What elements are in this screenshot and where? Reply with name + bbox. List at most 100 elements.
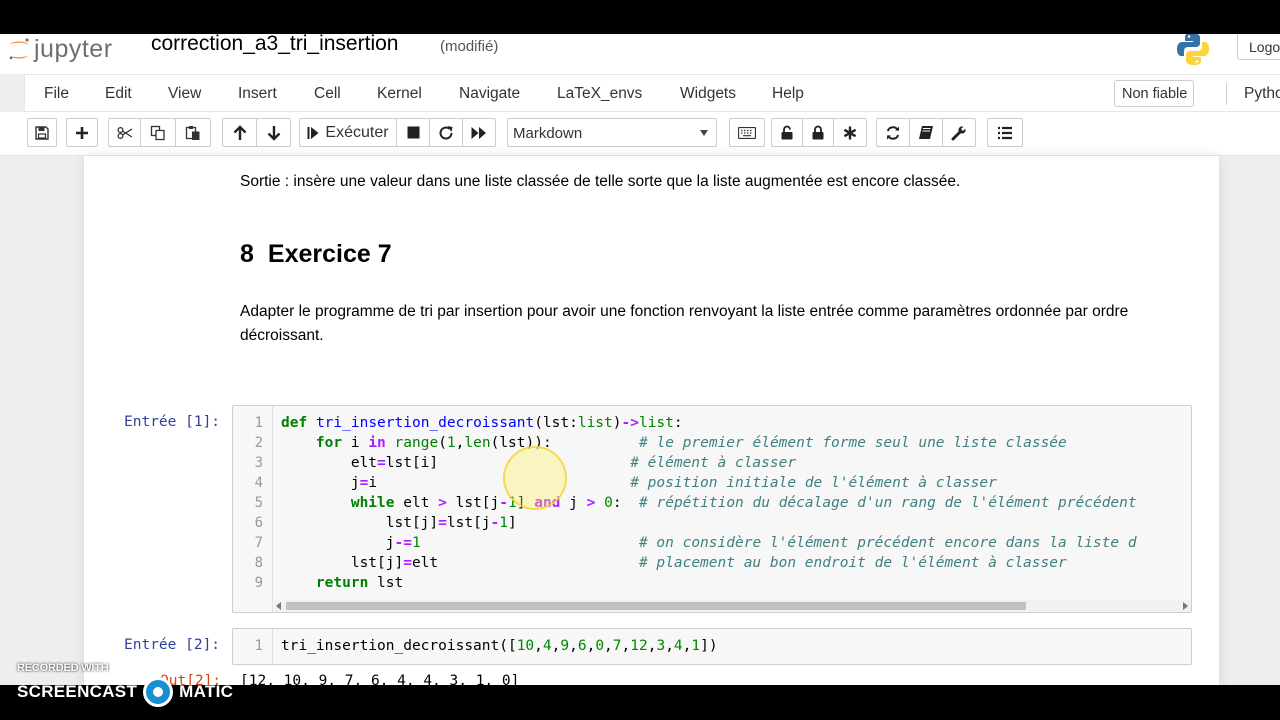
run-button[interactable]: Exécuter [299,118,397,147]
scrollbar-thumb[interactable] [286,602,1026,610]
python-logo-icon [1177,34,1209,65]
toc-button[interactable] [987,118,1023,147]
command-palette-button[interactable] [729,118,765,147]
cell-type-select[interactable]: Markdown [507,118,717,147]
line-number-gutter: 1 2 3 4 5 6 7 8 9 [233,406,273,612]
code-line: for i in range(1,len(lst)): # le premier… [315,435,1067,451]
logout-button[interactable]: Logo [1237,34,1280,60]
restart-button[interactable] [429,118,463,147]
keyboard-icon [738,126,756,139]
menu-edit[interactable]: Edit [105,85,132,103]
jupyter-logo[interactable]: jupyter [6,34,113,64]
code-line: return lst [315,575,404,591]
line-number: 1 [254,415,263,431]
lock-button[interactable] [802,118,834,147]
menu-kernel[interactable]: Kernel [377,85,422,103]
horizontal-scrollbar[interactable] [274,600,1191,612]
list-icon [998,126,1012,139]
menu-widgets[interactable]: Widgets [680,85,736,103]
copy-button[interactable] [140,118,176,147]
save-button[interactable] [27,118,57,147]
scroll-left-icon[interactable] [276,602,281,610]
move-up-button[interactable] [222,118,257,147]
menu-insert[interactable]: Insert [238,85,277,103]
cell-type-value: Markdown [513,125,583,142]
code-line: lst[j]=lst[j-1] [281,515,517,531]
screen: jupyter correction_a3_tri_insertion (mod… [0,34,1280,685]
section-heading: 8 Exercice 7 [240,240,392,269]
trusted-indicator[interactable]: Non fiable [1114,80,1194,107]
menu-latex-envs[interactable]: LaTeX_envs [557,85,642,103]
book-button[interactable] [909,118,943,147]
asterisk-icon [843,126,857,139]
lock-icon [812,125,824,140]
refresh-button[interactable] [876,118,910,147]
line-number: 8 [254,555,263,571]
input-prompt-1: Entrée [1]: [124,414,221,430]
arrow-down-icon [267,125,280,141]
unlock-icon [781,125,793,140]
line-number: 3 [254,455,263,471]
heading-text: Exercice 7 [267,240,392,268]
code-cell-2[interactable]: 1 tri_insertion_decroissant([10,4,9,6,0,… [232,628,1192,665]
interrupt-button[interactable] [396,118,430,147]
code-line: j-=1 # on considère l'élément précédent … [281,535,1137,551]
menu-view[interactable]: View [168,85,201,103]
unlock-button[interactable] [771,118,803,147]
line-number: 2 [254,435,263,451]
clipboard-group [108,118,211,147]
settings-button[interactable] [942,118,976,147]
watermark-right-text: MATIC [179,682,234,701]
paste-button[interactable] [175,118,211,147]
line-number-gutter: 1 [233,629,273,664]
menu-help[interactable]: Help [772,85,804,103]
save-status: (modifié) [440,38,499,55]
watermark-recorded-text: RECORDED WITH [17,662,109,674]
line-number: 5 [254,495,263,511]
wrench-icon [951,125,966,140]
run-group: Exécuter [299,118,496,147]
code-cell-1[interactable]: 1 2 3 4 5 6 7 8 9 def tri_insertion_decr… [232,405,1192,613]
freeze-button[interactable] [833,118,867,147]
scissors-icon [116,126,132,139]
kernel-name[interactable]: Python 3 [1244,85,1280,103]
line-number: 9 [254,575,263,591]
code-line: j=i # position initiale de l'élément à c… [281,475,997,491]
plus-icon [76,126,88,139]
move-group [222,118,291,147]
scroll-right-icon[interactable] [1183,602,1188,610]
markdown-sortie-text: Sortie : insère une valeur dans une list… [240,173,961,190]
restart-icon [439,125,453,140]
cut-button[interactable] [108,118,141,147]
code-line: def tri_insertion_decroissant(lst:list)-… [281,415,683,431]
move-down-button[interactable] [256,118,291,147]
menu-navigate[interactable]: Navigate [459,85,520,103]
line-number: 6 [254,515,263,531]
freeze-group [771,118,867,147]
menubar: File Edit View Insert Cell Kernel Naviga… [24,74,1280,112]
stop-icon [407,126,419,139]
kernel-separator [1226,83,1227,105]
menu-cell[interactable]: Cell [314,85,341,103]
header: jupyter correction_a3_tri_insertion (mod… [0,34,1280,74]
notebook-title[interactable]: correction_a3_tri_insertion [151,34,398,54]
arrow-up-icon [233,124,246,140]
insert-cell-button[interactable] [66,118,98,147]
restart-run-all-button[interactable] [462,118,496,147]
jupyter-logo-icon [9,38,29,60]
screencast-watermark: SCREENCAST MATIC [17,677,234,707]
line-number: 4 [254,475,263,491]
cell-output: [12, 10, 9, 7, 6, 4, 4, 3, 1, 0] [240,673,520,685]
line-number: 1 [254,638,263,654]
line-number: 7 [254,535,263,551]
code-line: while elt > lst[j-1] and j > 0: # répéti… [350,495,1137,511]
toolbar: Exécuter Markdown [0,112,1280,156]
paste-icon [185,125,200,140]
step-forward-icon [307,126,319,139]
copy-icon [150,125,165,140]
heading-number: 8 [240,240,254,268]
menu-file[interactable]: File [44,85,69,103]
logo-text: jupyter [34,34,113,63]
fast-forward-icon [471,126,486,139]
run-label: Exécuter [325,123,389,141]
